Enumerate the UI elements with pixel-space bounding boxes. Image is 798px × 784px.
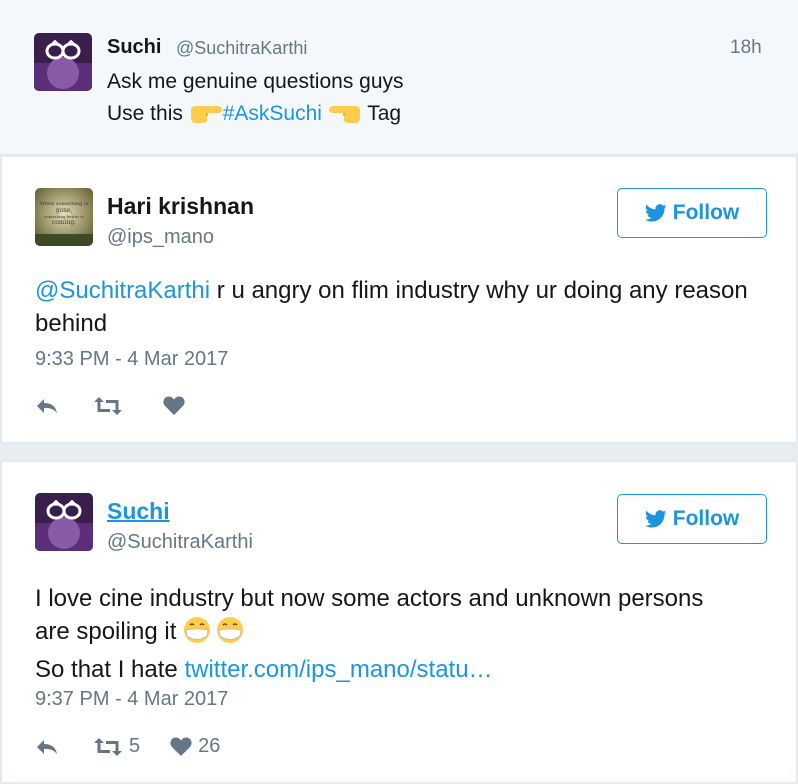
retweet-button[interactable]: 5 [93,735,140,758]
reply-icon [37,739,57,754]
reply-icon [37,399,57,413]
author-name[interactable]: Suchi [107,498,170,525]
retweet-count: 5 [129,735,141,757]
reply-button[interactable] [35,738,59,756]
like-count: 26 [198,735,221,757]
tweet-line: I love cine industry but now some actors… [35,585,704,612]
avatar-image [34,33,92,91]
retweet-button[interactable] [93,397,129,415]
heart-icon [170,737,192,756]
tweet-actions: 5 26 [35,735,220,758]
svg-text:coming.: coming. [52,219,76,226]
tweet-text: @SuchitraKarthi r u angry on flim indust… [35,274,765,340]
follow-label: Follow [672,507,740,530]
tweet-line: Ask me genuine questions guys [107,70,404,93]
avatar[interactable] [35,493,93,551]
pointing-left-emoji-icon [328,102,362,134]
retweet-icon [94,397,122,415]
like-button[interactable]: 26 [170,735,220,758]
author-name[interactable]: Hari krishnan [107,193,254,220]
avatar[interactable]: When something is gone, something better… [35,188,93,246]
follow-button[interactable]: Follow [617,494,767,544]
author-name[interactable]: Suchi [107,36,161,59]
twitter-bird-icon [644,204,667,222]
twitter-bird-icon [644,510,667,528]
author-handle[interactable]: @SuchitraKarthi [107,531,253,554]
mention-link[interactable]: @SuchitraKarthi [35,277,210,304]
tweet-line: So that I hate twitter.com/ips_mano/stat… [35,653,765,686]
pointing-right-emoji-icon [189,102,223,134]
avatar-image: When something is gone, something better… [35,188,93,246]
tweet-card[interactable]: Suchi @SuchitraKarthi Follow I love cine… [1,461,797,783]
tweet-line-prefix: Use this [107,102,183,125]
tweet-timestamp[interactable]: 9:33 PM - 4 Mar 2017 [35,348,228,371]
tweet-card[interactable]: When something is gone, something better… [1,156,797,443]
parent-tweet[interactable]: Suchi @SuchitraKarthi 18h Ask me genuine… [0,0,798,155]
tweet-line-text: So that I hate [35,656,185,683]
svg-text:gone,: gone, [56,207,73,214]
follow-button[interactable]: Follow [617,188,767,238]
tweet-text: I love cine industry but now some actors… [35,582,765,686]
reply-button[interactable] [35,397,59,415]
status-link[interactable]: twitter.com/ips_mano/statu… [184,656,492,683]
heart-icon [163,396,185,415]
avatar-image [35,493,93,551]
hashtag-link[interactable]: #AskSuchi [223,102,322,125]
tweet-line: are spoiling it [35,615,765,653]
like-button[interactable] [163,396,191,416]
retweet-icon [94,737,122,756]
tweet-line-suffix: Tag [367,102,402,125]
tweet-line: Use this #AskSuchi Tag [107,98,404,134]
avatar[interactable] [34,33,92,91]
follow-label: Follow [672,201,740,224]
author-handle[interactable]: @ips_mano [107,226,214,249]
tweet-time[interactable]: 18h [730,37,762,59]
mask-face-emoji-icon [183,616,247,653]
tweet-text: Ask me genuine questions guys Use this #… [107,66,404,134]
tweet-actions [35,396,191,416]
tweet-timestamp[interactable]: 9:37 PM - 4 Mar 2017 [35,688,228,711]
tweet-line-text: are spoiling it [35,618,177,645]
author-handle[interactable]: @SuchitraKarthi [176,38,307,59]
